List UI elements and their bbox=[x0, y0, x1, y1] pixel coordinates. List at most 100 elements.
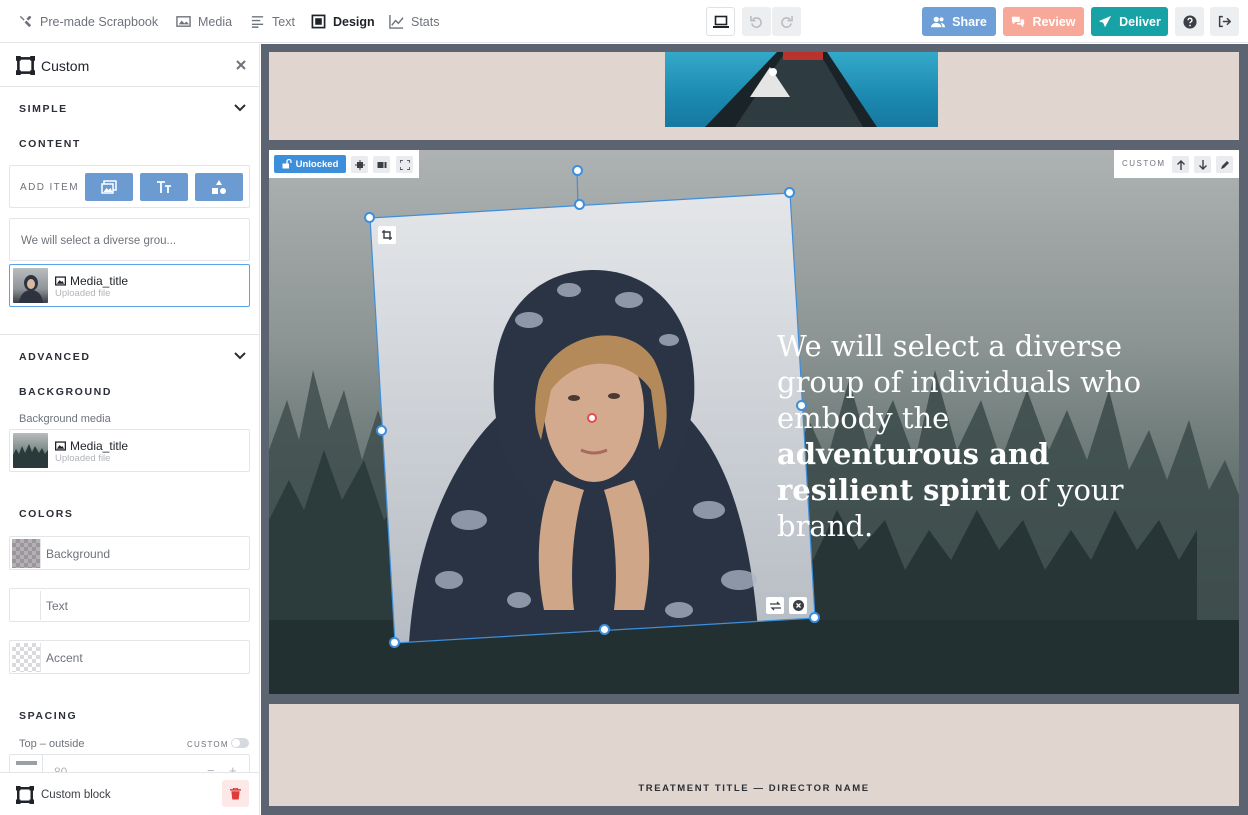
resize-handle-bottom-right[interactable] bbox=[809, 612, 820, 623]
close-icon[interactable] bbox=[236, 60, 246, 70]
resize-handle-bottom-left[interactable] bbox=[389, 637, 400, 648]
help-icon bbox=[1182, 14, 1197, 29]
text-color-field[interactable]: Text bbox=[9, 588, 250, 622]
accent-color-field[interactable]: Accent bbox=[9, 640, 250, 674]
media-item-name: Media_title bbox=[55, 274, 128, 288]
share-label: Share bbox=[952, 14, 987, 29]
text-lines-icon bbox=[251, 16, 264, 28]
background-item-subtitle: Uploaded file bbox=[55, 453, 111, 464]
accent-color-swatch[interactable] bbox=[12, 643, 41, 672]
headline-text-start: We will select a diverse group of indivi… bbox=[777, 329, 1142, 435]
add-text-button[interactable] bbox=[140, 173, 188, 201]
block-headline[interactable]: We will select a diverse group of indivi… bbox=[777, 328, 1157, 544]
media-content-item[interactable]: Media_title Uploaded file bbox=[9, 264, 250, 307]
chevron-down-icon[interactable] bbox=[233, 101, 247, 115]
redo-icon bbox=[781, 15, 793, 28]
swap-icon bbox=[769, 601, 781, 610]
background-section-title: BACKGROUND bbox=[19, 386, 112, 398]
exit-button[interactable] bbox=[1210, 7, 1239, 36]
trash-icon bbox=[230, 787, 241, 799]
background-color-swatch[interactable] bbox=[12, 539, 41, 568]
advanced-section-title[interactable]: ADVANCED bbox=[19, 351, 91, 363]
add-shape-button[interactable] bbox=[195, 173, 243, 201]
add-media-button[interactable] bbox=[85, 173, 133, 201]
chart-icon bbox=[389, 14, 404, 29]
nav-label: Design bbox=[333, 14, 375, 29]
sidebar-title: Custom bbox=[41, 58, 90, 74]
custom-block-icon bbox=[16, 786, 34, 804]
top-outside-label: Top – outside bbox=[19, 738, 85, 750]
nav-label: Media bbox=[198, 14, 233, 29]
media-thumbnail bbox=[13, 268, 48, 303]
custom-spacing-toggle[interactable] bbox=[231, 738, 249, 748]
review-button[interactable]: Review bbox=[1003, 7, 1084, 36]
nav-premade-scrapbook[interactable]: Pre-made Scrapbook bbox=[18, 0, 158, 43]
replace-media-button[interactable] bbox=[766, 597, 784, 614]
colors-section-title: COLORS bbox=[19, 508, 74, 520]
add-item-label: ADD ITEM bbox=[20, 182, 79, 193]
background-media-item[interactable]: Media_title Uploaded file bbox=[9, 429, 250, 472]
content-section-title: CONTENT bbox=[19, 138, 81, 150]
nav-label: Pre-made Scrapbook bbox=[40, 14, 159, 29]
crop-icon bbox=[382, 230, 392, 240]
nav-label: Text bbox=[272, 14, 295, 29]
undo-button[interactable] bbox=[742, 7, 771, 36]
background-media-label: Background media bbox=[19, 413, 111, 425]
paper-plane-icon bbox=[1099, 15, 1112, 27]
chevron-down-icon[interactable] bbox=[233, 349, 247, 363]
text-content-item[interactable]: We will select a diverse grou... bbox=[9, 218, 250, 261]
top-toolbar: Pre-made Scrapbook Media Text Design Sta… bbox=[0, 0, 1248, 43]
nav-media[interactable]: Media bbox=[176, 0, 232, 43]
desktop-preview-button[interactable] bbox=[706, 7, 735, 36]
deliver-button[interactable]: Deliver bbox=[1091, 7, 1168, 36]
text-color-swatch[interactable] bbox=[12, 591, 41, 620]
rotate-handle[interactable] bbox=[572, 165, 583, 176]
image-icon bbox=[176, 16, 191, 27]
previous-block[interactable] bbox=[269, 52, 1239, 140]
spacing-section-title: SPACING bbox=[19, 710, 78, 722]
resize-handle-bottom[interactable] bbox=[599, 624, 610, 635]
background-item-name: Media_title bbox=[55, 439, 128, 453]
design-sidebar: Custom SIMPLE CONTENT ADD ITEM We will s… bbox=[0, 44, 260, 815]
custom-block-icon bbox=[16, 56, 35, 75]
review-label: Review bbox=[1032, 14, 1076, 29]
delete-block-button[interactable] bbox=[222, 780, 249, 807]
image-icon bbox=[55, 276, 66, 286]
sidebar-header: Custom bbox=[0, 44, 259, 87]
help-button[interactable] bbox=[1175, 7, 1204, 36]
undo-icon bbox=[750, 15, 762, 28]
media-item-subtitle: Uploaded file bbox=[55, 288, 111, 299]
custom-block[interactable]: Unlocked CUSTOM We will select a diverse… bbox=[269, 150, 1239, 694]
resize-handle-top-left[interactable] bbox=[364, 212, 375, 223]
close-circle-icon bbox=[792, 600, 804, 611]
nav-text[interactable]: Text bbox=[250, 0, 295, 43]
nav-stats[interactable]: Stats bbox=[389, 0, 440, 43]
background-thumbnail bbox=[13, 433, 48, 468]
simple-section-title[interactable]: SIMPLE bbox=[19, 103, 68, 115]
redo-button[interactable] bbox=[772, 7, 801, 36]
resize-handle-top-right[interactable] bbox=[784, 187, 795, 198]
divider bbox=[0, 334, 259, 335]
sidebar-footer: Custom block bbox=[0, 772, 259, 815]
resize-handle-left[interactable] bbox=[376, 425, 387, 436]
background-color-field[interactable]: Background bbox=[9, 536, 250, 570]
nav-label: Stats bbox=[411, 14, 440, 29]
images-icon bbox=[101, 180, 117, 194]
footer-block[interactable]: TREATMENT TITLE — DIRECTOR NAME bbox=[269, 704, 1239, 806]
sign-out-icon bbox=[1218, 15, 1231, 28]
text-color-label: Text bbox=[46, 599, 69, 613]
custom-block-label: Custom block bbox=[41, 789, 111, 801]
canoe-image bbox=[665, 52, 938, 127]
accent-color-label: Accent bbox=[46, 651, 83, 665]
text-size-icon bbox=[157, 181, 171, 193]
resize-handle-top[interactable] bbox=[574, 199, 585, 210]
crop-button[interactable] bbox=[378, 226, 396, 244]
spacing-top-icon bbox=[16, 761, 37, 765]
nav-design[interactable]: Design bbox=[311, 0, 375, 43]
deliver-label: Deliver bbox=[1119, 14, 1161, 29]
focal-point-handle[interactable] bbox=[587, 413, 597, 423]
custom-toggle-label: CUSTOM bbox=[187, 740, 229, 749]
share-button[interactable]: Share bbox=[922, 7, 996, 36]
remove-media-button[interactable] bbox=[789, 597, 807, 614]
editor-canvas: Unlocked CUSTOM We will select a diverse… bbox=[261, 44, 1248, 815]
